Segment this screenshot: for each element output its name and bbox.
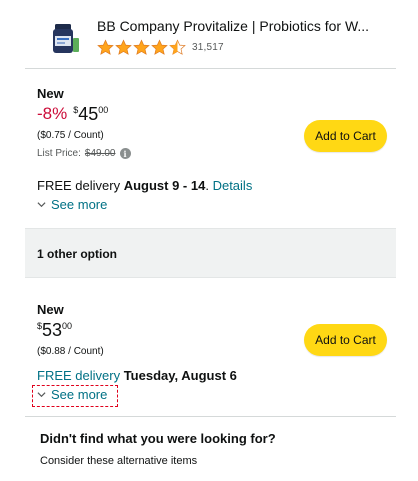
highlight-box — [32, 385, 118, 407]
offer-condition: New — [37, 302, 64, 317]
alternatives-title: Didn't find what you were looking for? — [40, 431, 276, 446]
price-whole: 53 — [42, 320, 63, 340]
offer-card: New $ 53 00 ($0.88 / Count) Add to Cart … — [0, 0, 418, 420]
unit-price: ($0.88 / Count) — [37, 346, 104, 357]
alternatives-subtitle: Consider these alternative items — [40, 455, 198, 467]
add-to-cart-button[interactable]: Add to Cart — [304, 324, 387, 356]
divider — [25, 416, 396, 417]
offer-price: $ 53 00 — [37, 320, 72, 340]
delivery-info: FREE delivery Tuesday, August 6 — [37, 368, 237, 383]
delivery-date: Tuesday, August 6 — [123, 368, 237, 383]
price-fraction: 00 — [62, 321, 73, 331]
delivery-prefix[interactable]: FREE delivery — [37, 368, 120, 383]
